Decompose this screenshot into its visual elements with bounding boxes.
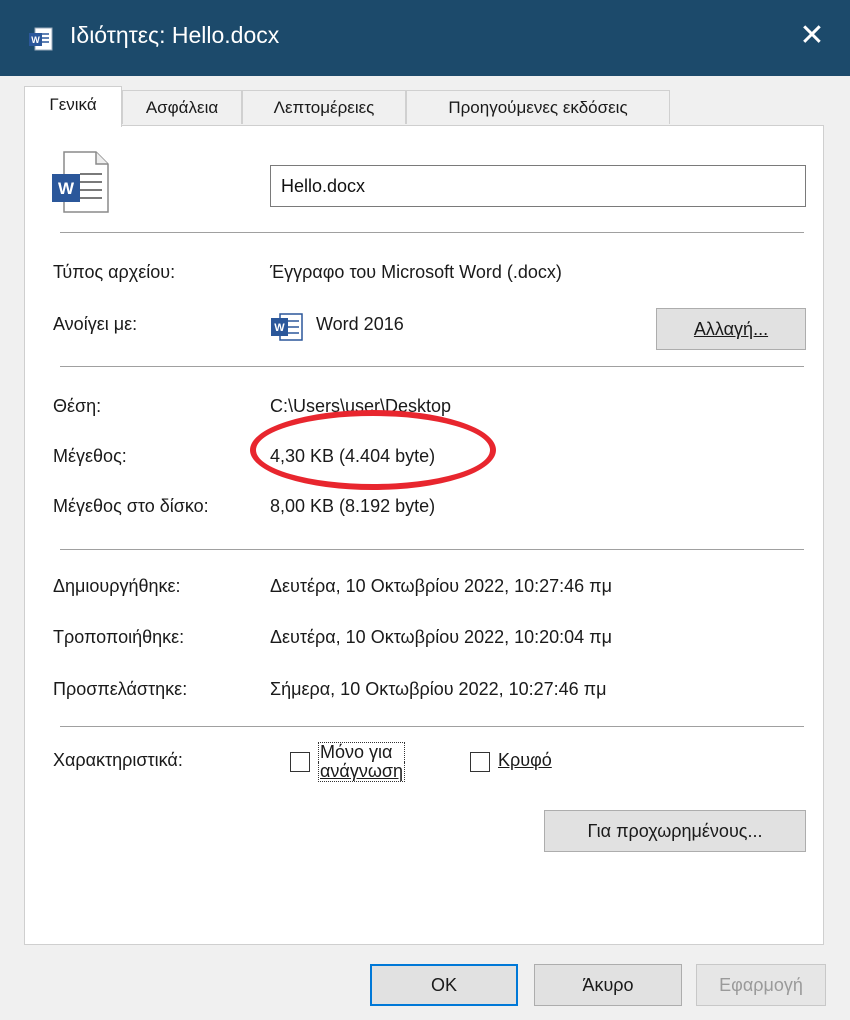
highlight-ring — [250, 410, 496, 490]
readonly-label-text: ανάγνωση — [320, 761, 403, 781]
readonly-checkbox[interactable] — [290, 752, 310, 772]
opens-with-value: Word 2016 — [316, 314, 404, 334]
divider — [60, 549, 804, 550]
readonly-label-line2: ανάγνωση — [318, 762, 405, 782]
cancel-button[interactable]: Άκυρο — [534, 964, 682, 1006]
size-label: Μέγεθος: — [53, 446, 127, 466]
accessed-label: Προσπελάστηκε: — [53, 679, 188, 699]
svg-text:W: W — [58, 179, 75, 198]
apply-button[interactable]: Εφαρμογή — [696, 964, 826, 1006]
file-type-label: Τύπος αρχείου: — [53, 262, 176, 282]
accessed-value: Σήμερα, 10 Οκτωβρίου 2022, 10:27:46 πμ — [270, 679, 607, 699]
divider — [60, 366, 804, 367]
word-doc-icon: W — [28, 26, 54, 57]
file-name-input[interactable] — [270, 165, 806, 207]
close-icon[interactable]: ✕ — [792, 14, 832, 58]
tab-security[interactable]: Ασφάλεια — [122, 90, 242, 124]
word-app-icon: W — [270, 312, 304, 347]
location-label: Θέση: — [53, 396, 102, 416]
svg-text:W: W — [31, 35, 40, 45]
opens-with-label: Ανοίγει με: — [53, 314, 138, 334]
created-label: Δημιουργήθηκε: — [53, 576, 181, 596]
tab-general[interactable]: Γενικά — [24, 86, 122, 127]
change-button-label: Αλλαγή... — [693, 319, 769, 339]
hidden-label-text: Κρυφό — [498, 750, 552, 770]
hidden-label[interactable]: Κρυφό — [498, 750, 552, 771]
tab-previous-versions[interactable]: Προηγούμενες εκδόσεις — [406, 90, 670, 124]
ok-button[interactable]: OK — [370, 964, 518, 1006]
created-value: Δευτέρα, 10 Οκτωβρίου 2022, 10:27:46 πμ — [270, 576, 612, 596]
divider — [60, 726, 804, 727]
size-on-disk-label: Μέγεθος στο δίσκο: — [53, 496, 209, 516]
readonly-label[interactable]: Μόνο για ανάγνωση — [318, 742, 405, 782]
svg-text:W: W — [274, 322, 285, 334]
size-on-disk-value: 8,00 KB (8.192 byte) — [270, 496, 436, 516]
attributes-label: Χαρακτηριστικά: — [53, 750, 183, 770]
advanced-button[interactable]: Για προχωρημένους... — [544, 810, 806, 852]
tab-details[interactable]: Λεπτομέρειες — [242, 90, 406, 124]
word-document-icon: W — [50, 150, 112, 221]
hidden-checkbox[interactable] — [470, 752, 490, 772]
change-button[interactable]: Αλλαγή... — [656, 308, 806, 350]
modified-value: Δευτέρα, 10 Οκτωβρίου 2022, 10:20:04 πμ — [270, 627, 612, 647]
divider — [60, 232, 804, 233]
readonly-label-line1: Μόνο για — [318, 742, 405, 762]
window-title: Ιδιότητες: Hello.docx — [70, 22, 280, 48]
modified-label: Τροποποιήθηκε: — [53, 627, 185, 647]
title-bar: W Ιδιότητες: Hello.docx ✕ — [0, 0, 850, 76]
file-type-value: Έγγραφο του Microsoft Word (.docx) — [270, 262, 562, 282]
